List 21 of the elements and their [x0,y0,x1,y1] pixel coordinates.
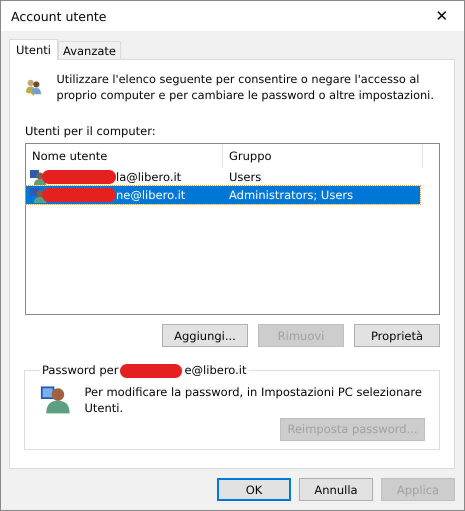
group-title: Password per [42,363,118,377]
action-button[interactable]: Aggiungi... [162,324,248,347]
user-row[interactable]: ne@libero.it Administrators; Users [26,186,420,204]
group-title: e@libero.it [184,363,246,377]
tab[interactable]: Avanzate [58,41,122,59]
user-row[interactable]: la@libero.it Users [26,168,420,186]
table-cell: la@libero.it [116,170,182,184]
close-button[interactable]: ✕ [420,1,464,31]
info-text: Per modificare la password, in Impostazioni PC selezionare Utenti. [84,384,423,416]
table-cell: ne@libero.it [116,188,186,202]
list-label: Utenti per il computer: [25,124,157,138]
tab[interactable]: Utenti [9,39,58,60]
action-button[interactable]: Proprietà [354,324,440,347]
intro-text: Utilizzare l'elenco seguente per consentire o negare l'accesso al proprio computer e per cambiare le password o altre impostazioni. [56,72,435,104]
column-header[interactable]: Nome utente [26,144,223,168]
table-cell-text: Administrators; Users [228,188,354,202]
dialog-button[interactable]: OK [217,478,291,501]
window-title: Account utente [11,8,106,24]
dialog-button[interactable]: Annulla [299,478,373,501]
table-cell-text: Users [228,170,262,184]
column-header[interactable]: Gruppo [223,144,423,168]
